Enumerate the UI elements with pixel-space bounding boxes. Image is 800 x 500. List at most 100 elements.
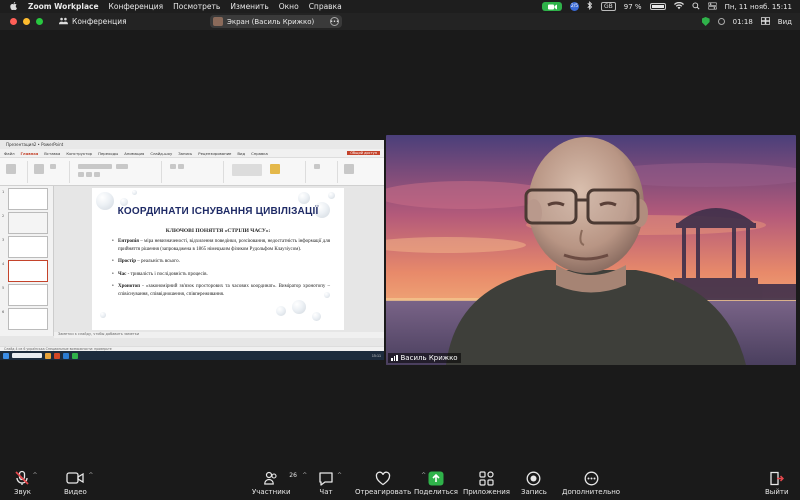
bold-icon[interactable] xyxy=(78,172,84,177)
apps-button[interactable]: Приложения xyxy=(463,469,510,496)
participants-icon xyxy=(264,471,277,485)
apple-icon[interactable] xyxy=(10,1,20,12)
edge-icon[interactable] xyxy=(63,352,69,359)
font-select[interactable] xyxy=(78,164,112,169)
paste-icon[interactable] xyxy=(6,164,16,174)
underline-icon[interactable] xyxy=(94,172,100,177)
layout-grid-icon[interactable] xyxy=(760,16,770,27)
water-drop-decoration xyxy=(100,312,106,318)
ppt-tab-animation[interactable]: Анимация xyxy=(124,151,144,156)
slide-thumb-4-selected[interactable] xyxy=(8,260,48,282)
numbering-icon[interactable] xyxy=(178,164,184,169)
ppt-tab-slideshow[interactable]: Слайд-шоу xyxy=(150,151,172,156)
menu-view[interactable]: Посмотреть xyxy=(173,2,220,11)
mute-options-caret[interactable]: ^ xyxy=(32,472,37,479)
slide-notes[interactable]: Заметки к слайду, чтобы добавить заметки xyxy=(54,332,384,338)
status-circle-icon[interactable]: 2/5 xyxy=(570,2,579,11)
more-button[interactable]: Дополнительно xyxy=(562,469,620,496)
mute-label: Звук xyxy=(14,488,31,496)
menu-window[interactable]: Окно xyxy=(279,2,299,11)
wifi-icon[interactable] xyxy=(673,1,684,12)
ppt-tab-home[interactable]: Главная xyxy=(21,151,39,156)
titlebar-right: 01:18 Вид xyxy=(701,13,792,30)
bullet-text: - «закономірний зв'язок просторових та ч… xyxy=(118,283,330,298)
new-slide-icon[interactable] xyxy=(34,164,44,174)
menu-edit[interactable]: Изменить xyxy=(230,2,268,11)
participants-button[interactable]: 26 ^ Участники xyxy=(252,469,307,496)
control-center-icon[interactable] xyxy=(707,1,717,12)
video-options-caret[interactable]: ^ xyxy=(88,472,93,479)
arrange-icon[interactable] xyxy=(270,164,280,174)
file-explorer-icon[interactable] xyxy=(45,352,51,359)
participants-options-caret[interactable]: ^ xyxy=(302,472,307,479)
ppt-tab-record[interactable]: Запись xyxy=(178,151,192,156)
start-icon[interactable] xyxy=(3,352,9,359)
close-window-button[interactable] xyxy=(10,18,17,25)
share-screen-label: Поделиться xyxy=(414,488,458,496)
share-screen-icon xyxy=(428,471,444,485)
record-button[interactable]: Запись xyxy=(521,469,547,496)
bluetooth-icon[interactable] xyxy=(587,1,593,12)
slide-number: 3 xyxy=(2,238,5,242)
chat-options-caret[interactable]: ^ xyxy=(337,472,342,479)
mute-button[interactable]: ^ Звук xyxy=(14,469,38,496)
window-controls xyxy=(10,18,43,25)
clock[interactable]: Пн, 11 нояб. 15:11 xyxy=(725,3,792,11)
ppt-tab-transitions[interactable]: Переходы xyxy=(98,151,118,156)
participants-icon-wrap: 26 ^ xyxy=(264,469,307,487)
screen-share-indicator[interactable]: Экран (Василь Крижко) ••• xyxy=(210,15,342,28)
encryption-shield-icon[interactable] xyxy=(701,17,710,26)
ppt-share-button[interactable]: Общий доступ xyxy=(347,151,380,155)
slide-thumb-1[interactable] xyxy=(8,188,48,210)
bullet-chronotope: Хронотоп - «закономірний зв'язок простор… xyxy=(112,283,330,299)
slide-thumb-5[interactable] xyxy=(8,284,48,306)
react-button[interactable]: ^ Отреагировать xyxy=(355,469,426,496)
font-size-select[interactable] xyxy=(116,164,128,169)
camera-in-use-icon[interactable] xyxy=(542,2,562,11)
chat-button[interactable]: ^ Чат xyxy=(318,469,342,496)
bullet-entropy: Ентропія – міра невизначеності, відхилен… xyxy=(112,238,330,254)
react-icon-wrap: ^ xyxy=(375,469,426,487)
current-slide[interactable]: КООРДИНАТИ ІСНУВАННЯ ЦИВІЛІЗАЦІЇ КЛЮЧОВІ… xyxy=(92,188,344,330)
bullet-term: Хронотоп xyxy=(118,283,140,289)
minimize-window-button[interactable] xyxy=(23,18,30,25)
battery-icon[interactable] xyxy=(649,3,666,10)
bullets-icon[interactable] xyxy=(170,164,176,169)
find-icon[interactable] xyxy=(314,164,320,169)
ppt-tab-view[interactable]: Вид xyxy=(237,151,245,156)
layout-icon[interactable] xyxy=(50,164,56,169)
ppt-tab-help[interactable]: Справка xyxy=(251,151,268,156)
ppt-tab-insert[interactable]: Вставка xyxy=(44,151,60,156)
shared-screen[interactable]: Презентация2 • PowerPoint Файл Главная В… xyxy=(0,140,384,360)
app-menu[interactable]: Zoom Workplace xyxy=(28,2,99,11)
slide-thumb-3[interactable] xyxy=(8,236,48,258)
ppt-tab-design[interactable]: Конструктор xyxy=(66,151,92,156)
leave-button[interactable]: Выйти xyxy=(765,469,789,496)
ppt-tab-file[interactable]: Файл xyxy=(4,151,15,156)
meeting-title: Конференция xyxy=(59,17,127,27)
battery-percent: 97 % xyxy=(623,2,642,11)
leave-door-icon xyxy=(770,471,785,485)
participant-video[interactable]: Василь Крижко xyxy=(386,135,796,365)
menu-help[interactable]: Справка xyxy=(309,2,342,11)
view-button[interactable]: Вид xyxy=(778,18,792,26)
zoom-window-button[interactable] xyxy=(36,18,43,25)
video-button[interactable]: ^ Видео xyxy=(64,469,93,496)
shapes-gallery[interactable] xyxy=(232,164,262,176)
slide-bullets: Ентропія – міра невизначеності, відхилен… xyxy=(112,238,330,303)
powerpoint-icon[interactable] xyxy=(54,352,60,359)
italic-icon[interactable] xyxy=(86,172,92,177)
designer-icon[interactable] xyxy=(344,164,354,174)
menu-conference[interactable]: Конференция xyxy=(109,2,164,11)
more-options-icon[interactable]: ••• xyxy=(330,17,339,26)
app-icon[interactable] xyxy=(72,352,78,359)
chat-label: Чат xyxy=(319,488,333,496)
slide-thumb-2[interactable] xyxy=(8,212,48,234)
slide-number: 2 xyxy=(2,214,5,218)
taskbar-search[interactable] xyxy=(12,353,42,358)
share-screen-button[interactable]: Поделиться xyxy=(414,469,458,496)
slide-thumb-6[interactable] xyxy=(8,308,48,330)
ppt-tab-review[interactable]: Рецензирование xyxy=(198,151,231,156)
search-icon[interactable] xyxy=(692,1,700,12)
input-language-badge[interactable]: GB xyxy=(601,2,616,11)
